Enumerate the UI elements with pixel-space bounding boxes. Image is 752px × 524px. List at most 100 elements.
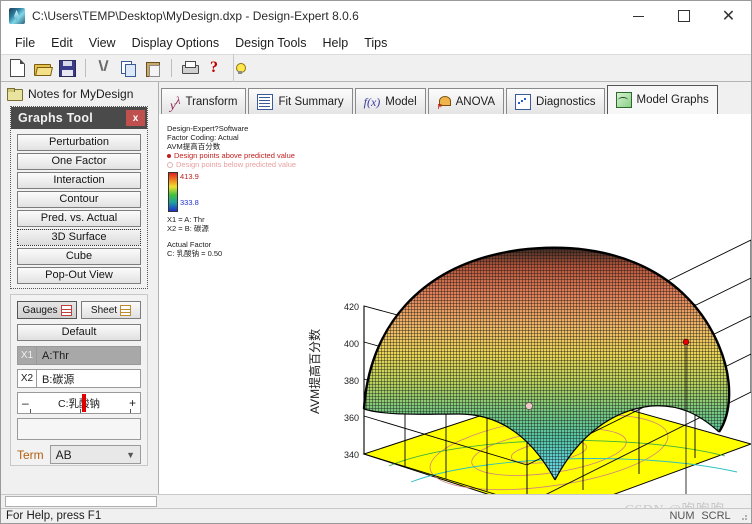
copy-icon <box>121 60 136 77</box>
fit-summary-icon <box>257 93 274 110</box>
new-icon <box>9 59 25 77</box>
graphs-tool-panel: Graphs Tool x Perturbation One Factor In… <box>10 106 148 289</box>
sheet-grid-icon <box>120 304 132 316</box>
transform-icon: yλ <box>170 94 181 112</box>
slider-ticks <box>24 409 134 413</box>
default-button[interactable]: Default <box>17 324 141 341</box>
bottom-input-field[interactable] <box>5 496 157 507</box>
toolbar-end-divider <box>233 54 234 82</box>
window-title: C:\Users\TEMP\Desktop\MyDesign.dxp - Des… <box>32 9 359 23</box>
gauges-tabstrip: Gauges Sheet <box>17 301 141 319</box>
factor-x1-label: A:Thr <box>42 349 69 362</box>
status-indicators: NUM SCRL <box>665 510 751 522</box>
left-dock: Notes for MyDesign Graphs Tool x Perturb… <box>1 82 159 494</box>
tab-transform-label: Transform <box>185 95 238 108</box>
factor-extra-box[interactable] <box>17 418 141 440</box>
model-icon: f(x) <box>363 94 381 109</box>
graph-type-pop-out-view[interactable]: Pop-Out View <box>17 267 141 284</box>
menu-item-display-options[interactable]: Display Options <box>124 34 228 52</box>
help-icon: ? <box>210 59 218 76</box>
design-point-below <box>525 402 533 410</box>
factor-x2-label: B:碳源 <box>42 373 75 386</box>
help-button[interactable]: ? <box>202 56 226 80</box>
chevron-down-icon: ▼ <box>126 449 135 460</box>
graph-type-pred-vs-actual[interactable]: Pred. vs. Actual <box>17 210 141 227</box>
copy-button[interactable] <box>116 56 140 80</box>
minimize-button[interactable] <box>616 1 661 31</box>
paste-button[interactable] <box>141 56 165 80</box>
z-axis-label: AVM提高百分数 <box>307 329 322 414</box>
notes-label: Notes for MyDesign <box>28 87 134 101</box>
maximize-button[interactable] <box>661 1 706 31</box>
status-num-indicator: NUM <box>669 510 695 522</box>
tab-transform[interactable]: yλ Transform <box>161 88 247 114</box>
print-button[interactable] <box>177 56 201 80</box>
title-bar: C:\Users\TEMP\Desktop\MyDesign.dxp - Des… <box>1 1 751 31</box>
tab-model[interactable]: f(x) Model <box>354 88 426 114</box>
slider-decrement-button[interactable]: – <box>22 396 29 410</box>
gauges-grid-icon <box>60 304 72 316</box>
window-controls: ✕ <box>616 1 751 31</box>
menu-bar: File Edit View Display Options Design To… <box>1 31 751 54</box>
status-scrl-indicator: SCRL <box>701 510 731 522</box>
maximize-icon <box>677 10 690 22</box>
sheet-tab-label: Sheet <box>90 304 118 316</box>
slider-increment-button[interactable]: + <box>129 396 136 410</box>
tab-model-graphs-label: Model Graphs <box>636 94 709 106</box>
save-icon <box>58 59 76 77</box>
status-bar: For Help, press F1 NUM SCRL <box>1 508 751 523</box>
graph-type-3d-surface[interactable]: 3D Surface <box>17 229 141 246</box>
tab-fit-summary[interactable]: Fit Summary <box>248 88 353 114</box>
graphs-tool-titlebar[interactable]: Graphs Tool x <box>11 107 147 129</box>
resize-grip-icon[interactable] <box>737 510 749 522</box>
menu-item-help[interactable]: Help <box>314 34 356 52</box>
menu-item-file[interactable]: File <box>7 34 43 52</box>
graphs-tool-close-icon[interactable]: x <box>126 110 145 126</box>
tab-gauges[interactable]: Gauges <box>17 301 77 319</box>
surface-3d-chart: 420 400 380 360 340 AVM提高百分数 36.00 34.00… <box>307 239 751 494</box>
cut-button[interactable] <box>91 56 115 80</box>
z-tick-400: 400 <box>344 339 359 349</box>
paste-icon <box>146 61 160 77</box>
tab-model-label: Model <box>385 95 417 108</box>
factor-c-slider[interactable]: – C:乳酸钠 + <box>17 392 141 414</box>
factor-row-x2[interactable]: X2 B:碳源 <box>17 369 141 388</box>
z-tick-380: 380 <box>344 376 359 386</box>
graph-type-interaction[interactable]: Interaction <box>17 172 141 189</box>
new-button[interactable] <box>5 56 29 80</box>
menu-item-view[interactable]: View <box>81 34 124 52</box>
analysis-tabstrip: yλ Transform Fit Summary f(x) Model ANOV… <box>159 82 751 114</box>
tab-model-graphs[interactable]: Model Graphs <box>606 85 718 114</box>
gauges-tab-label: Gauges <box>22 304 58 316</box>
z-tick-340: 340 <box>344 450 359 460</box>
term-select-value: AB <box>55 447 72 462</box>
save-button[interactable] <box>55 56 79 80</box>
slider-thumb[interactable] <box>82 394 86 412</box>
graph-type-perturbation[interactable]: Perturbation <box>17 134 141 151</box>
model-graphs-icon <box>615 92 632 108</box>
menu-item-edit[interactable]: Edit <box>43 34 81 52</box>
menu-item-design-tools[interactable]: Design Tools <box>227 34 314 52</box>
z-tick-420: 420 <box>344 302 359 312</box>
plot-area: Design-Expert?Software Factor Coding: Ac… <box>159 114 751 494</box>
notes-for-design-item[interactable]: Notes for MyDesign <box>1 84 158 104</box>
open-button[interactable] <box>30 56 54 80</box>
cut-icon <box>96 60 110 76</box>
term-select[interactable]: AB ▼ <box>49 445 141 464</box>
tab-sheet[interactable]: Sheet <box>81 301 141 319</box>
gauges-panel: Gauges Sheet Default X1 A:Thr X2 B:碳源 – … <box>10 294 148 466</box>
tab-diagnostics[interactable]: Diagnostics <box>506 88 605 114</box>
graph-type-cube[interactable]: Cube <box>17 248 141 265</box>
anova-icon <box>437 95 451 111</box>
menu-item-tips[interactable]: Tips <box>356 34 395 52</box>
graph-type-contour[interactable]: Contour <box>17 191 141 208</box>
z-axis: 420 400 380 360 340 AVM提高百分数 <box>307 302 365 460</box>
factor-row-x1[interactable]: X1 A:Thr <box>17 346 141 365</box>
factor-x2-tag: X2 <box>18 370 37 387</box>
graph-type-one-factor[interactable]: One Factor <box>17 153 141 170</box>
close-button[interactable]: ✕ <box>706 1 751 31</box>
tab-anova[interactable]: ANOVA <box>427 88 505 114</box>
term-label: Term <box>17 447 44 462</box>
factor-x1-tag: X1 <box>18 347 37 364</box>
tips-button[interactable] <box>227 56 251 80</box>
